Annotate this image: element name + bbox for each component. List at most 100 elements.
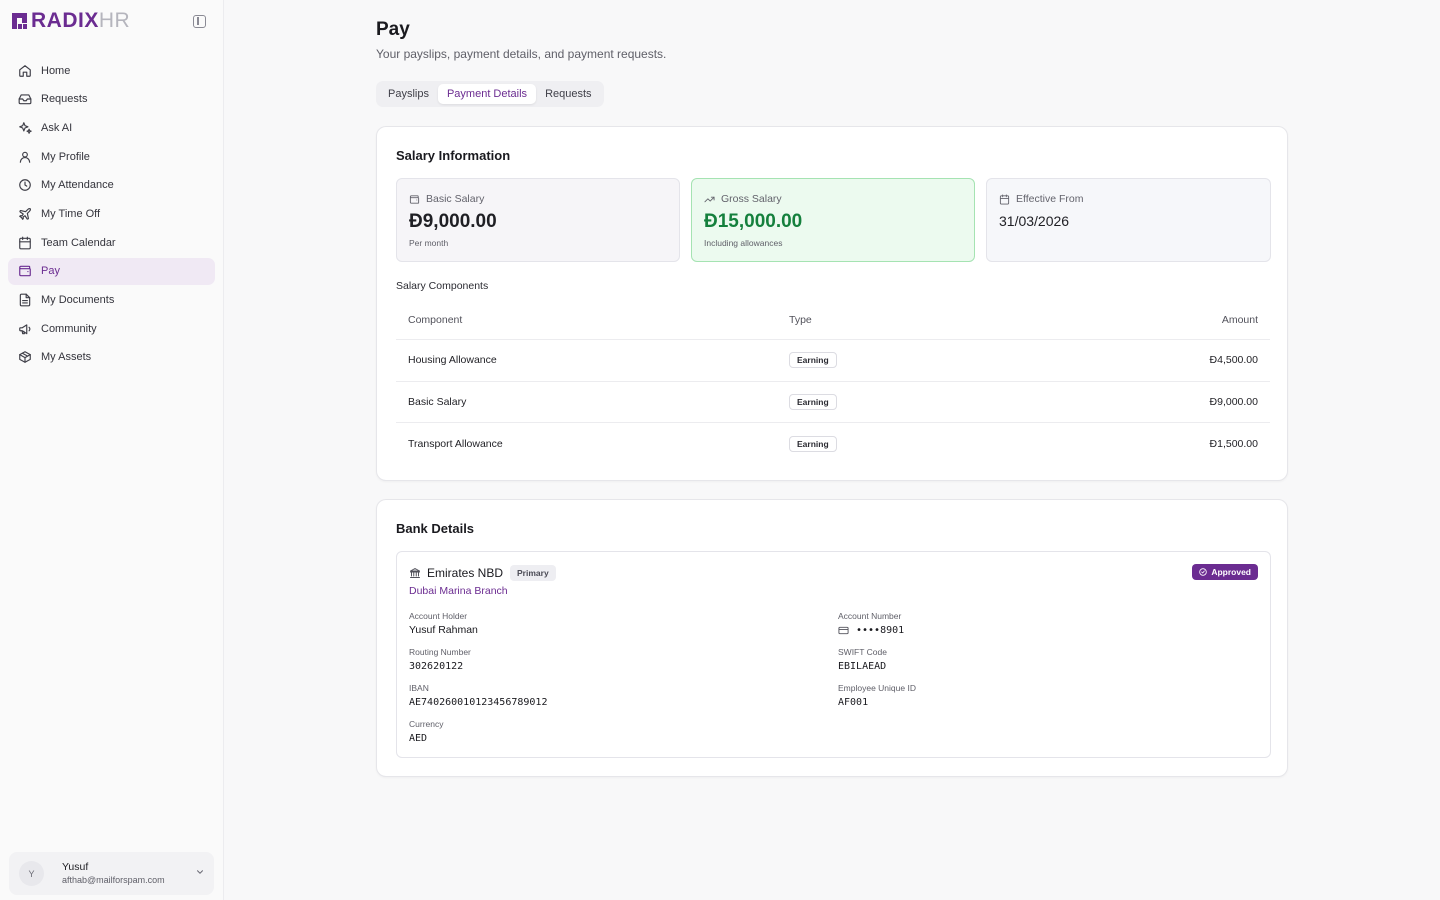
user-menu[interactable]: Y Yusuf afthab@mailforspam.com (9, 852, 214, 895)
component-name: Transport Allowance (408, 437, 503, 450)
account-number-value: ••••8901 (856, 625, 905, 636)
effective-from-stat: Effective From 31/03/2026 (986, 178, 1271, 262)
calendar-icon (19, 236, 31, 250)
sidebar-item-my-documents[interactable]: My Documents (8, 287, 215, 314)
sidebar: RADIXHR Home Requests Ask AI My Profile … (0, 0, 224, 900)
user-name: Yusuf (62, 860, 89, 873)
credit-card-icon (838, 626, 849, 635)
sidebar-item-my-profile[interactable]: My Profile (8, 143, 215, 170)
gross-salary-note: Including allowances (704, 238, 783, 248)
page-subtitle: Your payslips, payment details, and paym… (376, 47, 667, 61)
type-badge: Earning (789, 435, 837, 452)
type-badge: Earning (789, 352, 837, 369)
home-icon (19, 64, 31, 77)
status-badge: Approved (1192, 564, 1258, 580)
sidebar-item-label: Requests (41, 93, 88, 106)
salary-components-table: Component Type Amount Housing Allowance … (396, 300, 1270, 465)
brand-name: RADIXHR (31, 9, 131, 32)
bank-branch: Dubai Marina Branch (409, 585, 508, 597)
column-header-amount: Amount (1221, 313, 1258, 326)
employee-id-field: Employee Unique ID AF001 (838, 683, 916, 708)
bank-icon (410, 568, 420, 578)
table-row: Transport Allowance Earning Ð1,500.00 (396, 423, 1270, 465)
basic-salary-value: Ð9,000.00 (409, 211, 497, 232)
user-icon (19, 151, 31, 163)
sidebar-item-community[interactable]: Community (8, 315, 215, 342)
gross-salary-stat: Gross Salary Ð15,000.00 Including allowa… (691, 178, 975, 262)
iban-field: IBAN AE740260010123456789012 (409, 683, 548, 708)
box-icon (19, 351, 31, 364)
column-header-type: Type (789, 313, 812, 326)
logo-mark-icon (12, 13, 27, 29)
sidebar-item-label: Pay (41, 265, 60, 278)
tab-payslips[interactable]: Payslips (379, 84, 438, 104)
trending-up-icon (704, 196, 715, 202)
component-name: Basic Salary (408, 395, 467, 408)
sidebar-item-label: Home (41, 64, 71, 77)
sidebar-item-label: Ask AI (41, 121, 73, 134)
salary-information-card: Salary Information Basic Salary Ð9,000.0… (376, 126, 1288, 481)
tab-requests[interactable]: Requests (536, 84, 600, 104)
currency-field: Currency AED (409, 719, 444, 744)
swift-code-field: SWIFT Code EBILAEAD (838, 647, 887, 672)
brand-logo[interactable]: RADIXHR (12, 9, 131, 32)
salary-information-title: Salary Information (396, 148, 511, 163)
primary-badge: Primary (510, 565, 556, 581)
basic-salary-note: Per month (409, 238, 449, 248)
sparkles-icon (19, 122, 32, 134)
basic-salary-label: Basic Salary (426, 193, 485, 205)
sidebar-item-ask-ai[interactable]: Ask AI (8, 114, 215, 141)
sidebar-item-label: My Assets (41, 351, 92, 364)
effective-from-label: Effective From (1016, 193, 1084, 205)
component-amount: Ð9,000.00 (1209, 395, 1258, 408)
sidebar-item-home[interactable]: Home (8, 57, 215, 84)
megaphone-icon (19, 324, 31, 334)
sidebar-item-my-assets[interactable]: My Assets (8, 344, 215, 371)
account-holder-value: Yusuf Rahman (409, 624, 478, 636)
sidebar-item-requests[interactable]: Requests (8, 86, 215, 113)
employee-id-value: AF001 (838, 697, 869, 708)
sidebar-item-label: My Time Off (41, 207, 101, 220)
iban-value: AE740260010123456789012 (409, 697, 548, 708)
component-amount: Ð4,500.00 (1209, 354, 1258, 367)
account-number-field: Account Number ••••8901 (838, 611, 905, 636)
sidebar-item-label: My Profile (41, 150, 90, 163)
bank-details-card: Bank Details Emirates NBD Primary Dubai … (376, 499, 1288, 777)
currency-value: AED (409, 733, 428, 744)
check-circle-icon (1199, 568, 1208, 576)
sidebar-item-my-attendance[interactable]: My Attendance (8, 172, 215, 199)
inbox-icon (18, 94, 32, 105)
bank-account: Emirates NBD Primary Dubai Marina Branch… (396, 551, 1271, 758)
avatar: Y (19, 861, 44, 886)
plane-icon (19, 207, 31, 220)
sidebar-item-my-time-off[interactable]: My Time Off (8, 200, 215, 227)
table-row: Basic Salary Earning Ð9,000.00 (396, 382, 1270, 423)
column-header-component: Component (408, 313, 463, 326)
document-icon (19, 293, 31, 307)
chevron-down-icon (196, 870, 204, 874)
calendar-icon (999, 193, 1010, 205)
sidebar-item-team-calendar[interactable]: Team Calendar (8, 229, 215, 256)
basic-salary-stat: Basic Salary Ð9,000.00 Per month (396, 178, 680, 262)
tab-list: Payslips Payment Details Requests (376, 81, 604, 107)
swift-code-value: EBILAEAD (838, 661, 887, 672)
account-holder-field: Account Holder Yusuf Rahman (409, 611, 478, 636)
tab-payment-details[interactable]: Payment Details (437, 84, 537, 104)
sidebar-item-pay[interactable]: Pay (8, 257, 215, 285)
sidebar-nav: Home Requests Ask AI My Profile My Atten… (8, 57, 215, 373)
sidebar-item-label: Team Calendar (41, 236, 116, 249)
wallet-icon (19, 266, 31, 277)
user-email: afthab@mailforspam.com (62, 874, 165, 885)
bank-details-title: Bank Details (396, 521, 475, 536)
sidebar-collapse-icon[interactable] (193, 15, 206, 28)
sidebar-item-label: My Attendance (41, 179, 114, 192)
sidebar-item-label: Community (41, 322, 97, 335)
gross-salary-label: Gross Salary (721, 193, 782, 205)
routing-number-field: Routing Number 302620122 (409, 647, 471, 672)
table-header: Component Type Amount (396, 300, 1270, 340)
component-name: Housing Allowance (408, 354, 497, 367)
table-row: Housing Allowance Earning Ð4,500.00 (396, 340, 1270, 382)
sidebar-item-label: My Documents (41, 294, 115, 306)
gross-salary-value: Ð15,000.00 (704, 211, 803, 232)
salary-components-label: Salary Components (396, 280, 489, 292)
